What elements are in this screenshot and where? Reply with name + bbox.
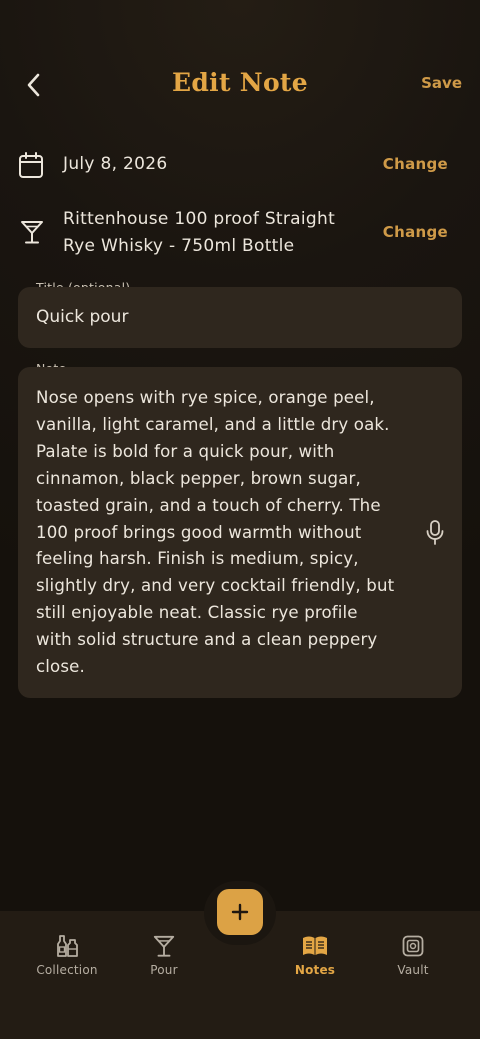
tab-notes-label: Notes	[294, 963, 336, 977]
tab-pour[interactable]: Pour	[119, 933, 209, 977]
bottles-icon	[57, 935, 78, 957]
tab-collection-label: Collection	[36, 963, 98, 977]
save-button[interactable]: Save	[421, 74, 462, 92]
page-title: Edit Note	[172, 68, 308, 97]
date-value: July 8, 2026	[63, 154, 168, 174]
note-line: feeling harsh. Finish is medium, spicy,	[36, 549, 359, 569]
open-book-icon	[303, 936, 327, 955]
change-date-button[interactable]: Change	[383, 155, 448, 173]
vault-icon	[402, 935, 424, 957]
note-line: slightly dry, and very cocktail friendly…	[36, 576, 395, 596]
note-line: toasted grain, and a touch of cherry. Th…	[36, 495, 381, 515]
cocktail-glass-icon	[153, 935, 175, 957]
note-line: cinnamon, black pepper, brown sugar,	[36, 468, 361, 488]
bottle-name-line1: Rittenhouse 100 proof Straight	[63, 209, 336, 229]
microphone-button[interactable]	[424, 519, 446, 547]
header: Edit Note Save	[0, 60, 480, 110]
note-line: close.	[36, 657, 85, 677]
date-row: July 8, 2026 Change	[0, 150, 480, 180]
title-input-value: Quick pour	[36, 307, 129, 327]
bottle-row: Rittenhouse 100 proof Straight Rye Whisk…	[0, 205, 480, 261]
plus-icon	[231, 903, 249, 921]
note-line: still enjoyable neat. Classic rye profil…	[36, 603, 358, 623]
tab-notes[interactable]: Notes	[270, 933, 360, 977]
cocktail-glass-icon	[19, 219, 45, 249]
note-line: with solid structure and a clean peppery	[36, 630, 378, 650]
calendar-icon	[18, 151, 44, 183]
tab-collection[interactable]: Collection	[22, 933, 112, 977]
note-line: 100 proof brings good warmth without	[36, 522, 362, 542]
tab-pour-label: Pour	[150, 963, 178, 977]
note-text: Nose opens with rye spice, orange peel, …	[36, 385, 408, 681]
tab-vault[interactable]: Vault	[368, 933, 458, 977]
microphone-icon	[426, 520, 444, 545]
note-line: Nose opens with rye spice, orange peel,	[36, 388, 375, 407]
tab-vault-label: Vault	[397, 963, 429, 977]
bottle-name-line2: Rye Whisky - 750ml Bottle	[63, 236, 295, 256]
note-line: Palate is bold for a quick pour, with	[36, 441, 335, 461]
change-bottle-button[interactable]: Change	[383, 223, 448, 241]
note-line: vanilla, light caramel, and a little dry…	[36, 414, 390, 434]
note-field[interactable]: Nose opens with rye spice, orange peel, …	[18, 367, 462, 698]
bottle-name: Rittenhouse 100 proof Straight Rye Whisk…	[63, 206, 335, 260]
title-field[interactable]: Quick pour	[18, 287, 462, 348]
add-button[interactable]	[217, 889, 263, 935]
